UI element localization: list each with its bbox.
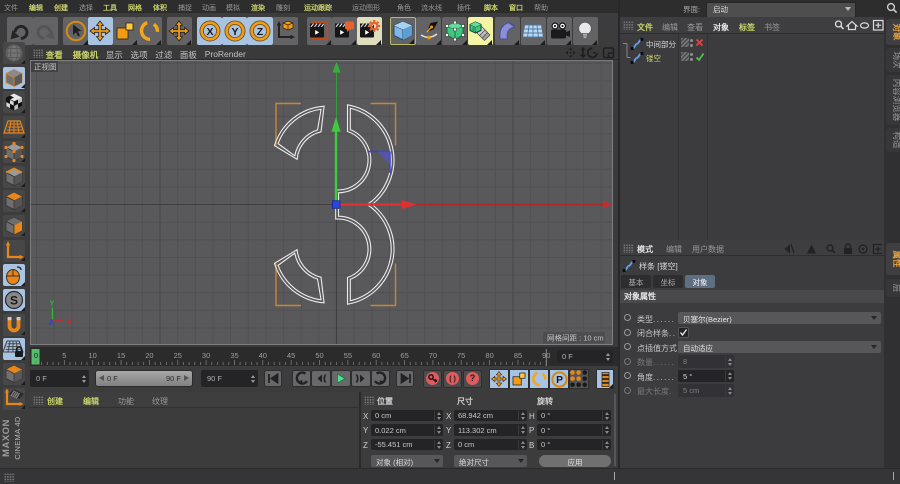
svg-text:X: X bbox=[67, 317, 72, 326]
svg-text:Y: Y bbox=[50, 299, 55, 308]
svg-text:内容浏览器: 内容浏览器 bbox=[891, 79, 900, 122]
svg-text:X: X bbox=[206, 26, 213, 38]
svg-text:25: 25 bbox=[174, 351, 182, 360]
svg-text:10: 10 bbox=[89, 351, 97, 360]
svg-text:属性: 属性 bbox=[891, 250, 900, 268]
svg-text:40: 40 bbox=[259, 351, 267, 360]
svg-text:Z: Z bbox=[49, 318, 54, 327]
svg-text:CINEMA 4D: CINEMA 4D bbox=[13, 416, 22, 459]
svg-text:Z: Z bbox=[257, 26, 264, 38]
svg-text:70: 70 bbox=[429, 351, 437, 360]
svg-text:20: 20 bbox=[145, 351, 153, 360]
svg-text:35: 35 bbox=[230, 351, 238, 360]
svg-text:5: 5 bbox=[62, 351, 66, 360]
svg-text:层: 层 bbox=[891, 284, 900, 293]
svg-text:55: 55 bbox=[344, 351, 352, 360]
svg-text:15: 15 bbox=[117, 351, 125, 360]
svg-text:对象: 对象 bbox=[891, 23, 900, 41]
svg-text:网格间距 : 10 cm: 网格间距 : 10 cm bbox=[547, 333, 604, 343]
svg-text:85: 85 bbox=[514, 351, 522, 360]
svg-text:45: 45 bbox=[287, 351, 295, 360]
svg-text:50: 50 bbox=[315, 351, 323, 360]
svg-text:S: S bbox=[10, 294, 18, 308]
svg-text:场次: 场次 bbox=[891, 51, 900, 69]
svg-text:75: 75 bbox=[457, 351, 465, 360]
svg-text:P: P bbox=[556, 375, 563, 386]
svg-text:80: 80 bbox=[485, 351, 493, 360]
svg-text:Y: Y bbox=[231, 26, 238, 38]
svg-text:构造: 构造 bbox=[891, 131, 900, 149]
svg-text:65: 65 bbox=[400, 351, 408, 360]
svg-text:MAXON: MAXON bbox=[1, 419, 12, 457]
svg-text:60: 60 bbox=[372, 351, 380, 360]
svg-text:0: 0 bbox=[34, 351, 38, 360]
svg-text:30: 30 bbox=[202, 351, 210, 360]
svg-text:正视图: 正视图 bbox=[34, 62, 57, 72]
